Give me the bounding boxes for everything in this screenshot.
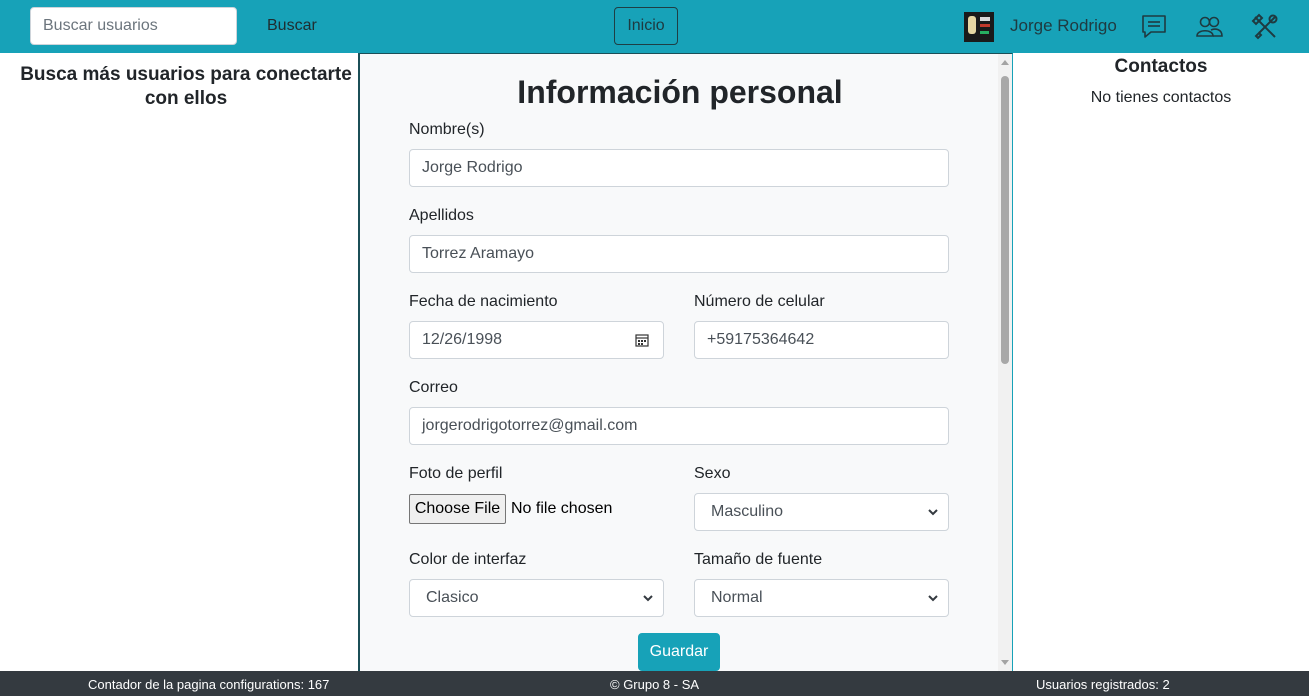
color-select[interactable]: Clasico [409,579,664,617]
search-button[interactable]: Buscar [252,7,332,45]
avatar[interactable] [964,12,994,42]
save-button[interactable]: Guardar [638,633,720,671]
contacts-title: Contactos [1114,56,1208,77]
fuente-label: Tamaño de fuente [694,551,823,568]
nombres-label: Nombre(s) [409,121,485,138]
scroll-down-arrow[interactable] [1001,660,1009,665]
page-title: Información personal [517,74,843,110]
contacts-column: Contactos No tienes contactos [1013,53,1309,671]
file-status: No file chosen [511,500,613,517]
top-navbar: Buscar Inicio Jorge Rodrigo [0,0,1309,53]
fuente-value: Normal [711,589,763,606]
fecha-value: 12/26/1998 [422,331,503,348]
page-counter: Contador de la pagina configurations: 16… [88,677,330,692]
scroll-up-arrow[interactable] [1001,60,1009,65]
fecha-field[interactable]: 12/26/1998 [409,321,664,359]
scroll-thumb[interactable] [1001,76,1009,364]
color-value: Clasico [426,589,479,606]
apellidos-field[interactable]: Torrez Aramayo [409,235,949,273]
left-column: Busca más usuarios para conectarte con e… [0,53,358,671]
sexo-label: Sexo [694,465,731,482]
left-title: Busca más usuarios para conectarte con e… [20,64,352,109]
fuente-select[interactable]: Normal [694,579,949,617]
chevron-down-icon [928,595,938,602]
color-label: Color de interfaz [409,551,527,568]
correo-label: Correo [409,379,458,396]
people-icon[interactable] [1194,12,1224,42]
registered-users: Usuarios registrados: 2 [1036,677,1170,692]
sexo-value: Masculino [711,503,784,520]
correo-field[interactable]: jorgerodrigotorrez@gmail.com [409,407,949,445]
sexo-select[interactable]: Masculino [694,493,949,531]
chevron-down-icon [643,595,653,602]
chevron-down-icon [928,509,938,516]
search-input[interactable] [30,7,237,45]
footer: Contador de la pagina configurations: 16… [0,671,1309,696]
nombres-field[interactable]: Jorge Rodrigo [409,149,949,187]
contacts-empty: No tienes contactos [1090,89,1232,106]
home-button[interactable]: Inicio [614,7,678,45]
celular-field[interactable]: +59175364642 [694,321,949,359]
personal-info-panel: Información personal Nombre(s) Jorge Rod… [358,53,1013,671]
calendar-icon[interactable] [635,333,649,347]
tools-icon[interactable] [1250,12,1280,42]
chat-icon[interactable] [1139,12,1169,42]
celular-label: Número de celular [694,293,825,310]
foto-label: Foto de perfil [409,465,503,482]
scrollbar[interactable] [998,54,1012,671]
choose-file-button[interactable]: Choose File [409,494,506,524]
user-name[interactable]: Jorge Rodrigo [1010,16,1117,36]
fecha-label: Fecha de nacimiento [409,293,558,310]
apellidos-label: Apellidos [409,207,474,224]
copyright: © Grupo 8 - SA [610,677,700,692]
